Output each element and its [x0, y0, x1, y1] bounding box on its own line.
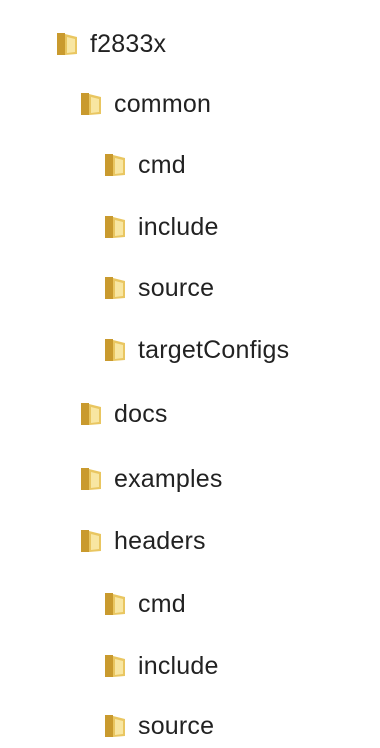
tree-item-include[interactable]: include [102, 207, 219, 247]
tree-item-label: include [138, 652, 219, 680]
folder-icon [81, 93, 101, 115]
folder-icon [81, 468, 101, 490]
folder-icon [81, 403, 101, 425]
tree-item-headers[interactable]: headers [78, 521, 206, 561]
tree-item-cmd[interactable]: cmd [102, 145, 186, 185]
tree-item-headers-cmd[interactable]: cmd [102, 584, 186, 624]
tree-item-docs[interactable]: docs [78, 394, 168, 434]
tree-item-label: targetConfigs [138, 336, 290, 364]
tree-item-label: include [138, 213, 219, 241]
tree-item-source[interactable]: source [102, 268, 214, 308]
tree-item-headers-source[interactable]: source [102, 706, 214, 746]
folder-icon [105, 277, 125, 299]
folder-icon [105, 216, 125, 238]
tree-item-label: f2833x [90, 30, 167, 58]
folder-icon [105, 655, 125, 677]
folder-icon [105, 715, 125, 737]
tree-item-headers-include[interactable]: include [102, 646, 219, 686]
tree-item-label: examples [114, 465, 223, 493]
folder-icon [105, 339, 125, 361]
folder-icon [81, 530, 101, 552]
folder-tree: f2833x common cmd include source targetC… [0, 0, 380, 748]
tree-item-label: headers [114, 527, 206, 555]
tree-item-common[interactable]: common [78, 84, 211, 124]
folder-icon [105, 593, 125, 615]
tree-item-label: source [138, 274, 215, 302]
folder-icon [57, 33, 77, 55]
tree-item-targetconfigs[interactable]: targetConfigs [102, 330, 289, 370]
tree-item-label: cmd [138, 151, 186, 179]
tree-item-examples[interactable]: examples [78, 459, 223, 499]
folder-icon [105, 154, 125, 176]
tree-item-label: common [114, 90, 212, 118]
tree-item-f2833x[interactable]: f2833x [54, 24, 166, 64]
tree-item-label: cmd [138, 590, 186, 618]
tree-item-label: docs [114, 400, 168, 428]
tree-item-label: source [138, 712, 215, 740]
